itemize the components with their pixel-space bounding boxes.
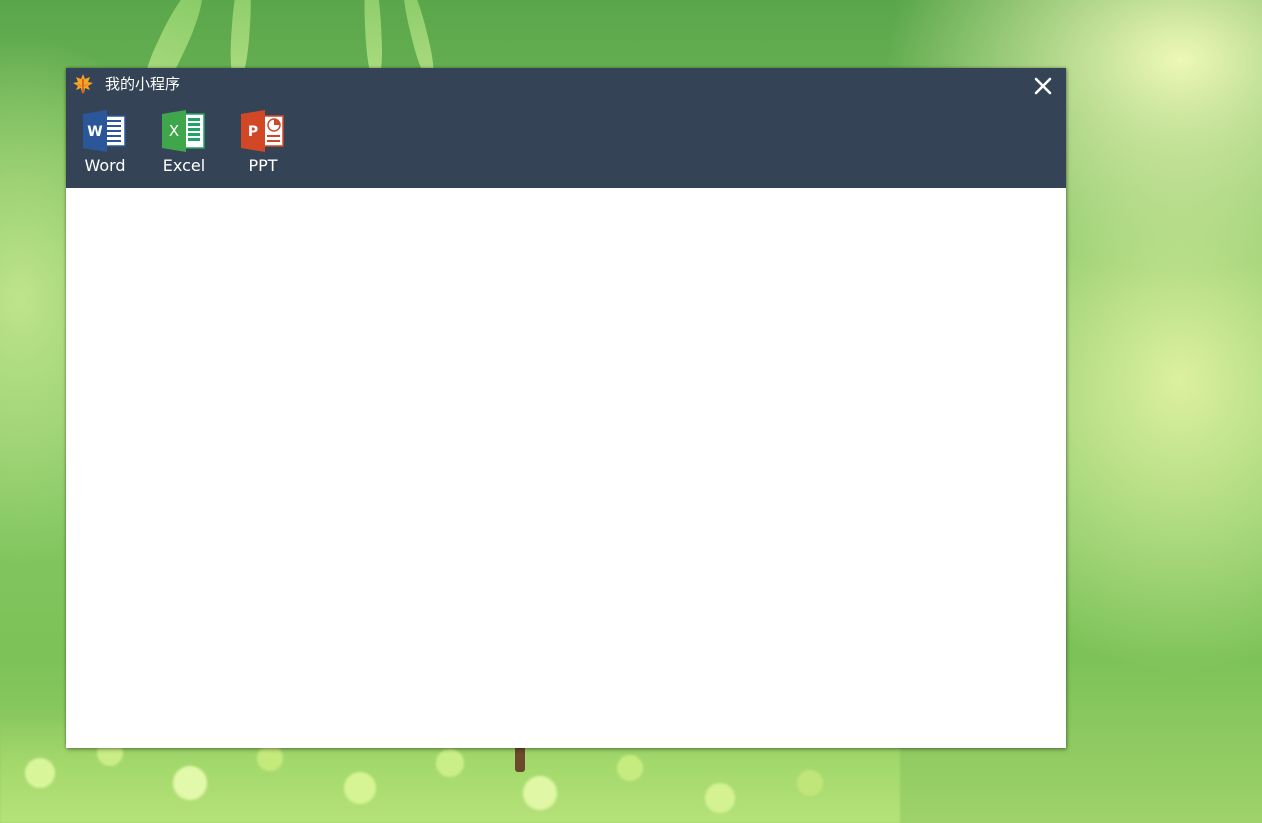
toolbar-item-label: Word <box>84 156 126 175</box>
toolbar-item-word[interactable]: W Word <box>69 108 133 180</box>
title-bar[interactable]: 我的小程序 <box>66 68 1066 102</box>
app-toolbar: W Word X Excel P PPT <box>66 108 1066 184</box>
toolbar-item-label: PPT <box>248 156 278 175</box>
excel-icon: X <box>162 110 205 152</box>
toolbar-item-ppt[interactable]: P PPT <box>227 108 291 180</box>
close-icon <box>1034 77 1052 95</box>
maple-leaf-icon <box>73 74 93 94</box>
close-button[interactable] <box>1028 74 1058 100</box>
window-header: 我的小程序 W Word X Excel P PPT <box>66 68 1066 188</box>
toolbar-item-excel[interactable]: X Excel <box>148 108 212 180</box>
desktop-wallpaper: 我的小程序 W Word X Excel P PPT <box>0 0 1262 823</box>
powerpoint-icon: P <box>241 110 284 152</box>
svg-text:X: X <box>169 122 179 140</box>
content-area <box>66 188 1066 748</box>
toolbar-item-label: Excel <box>162 156 206 175</box>
wallpaper-stem <box>515 746 525 772</box>
app-window: 我的小程序 W Word X Excel P PPT <box>66 68 1066 748</box>
svg-text:P: P <box>248 124 258 140</box>
svg-text:W: W <box>87 124 102 140</box>
word-icon: W <box>83 110 126 152</box>
window-title: 我的小程序 <box>105 75 181 93</box>
